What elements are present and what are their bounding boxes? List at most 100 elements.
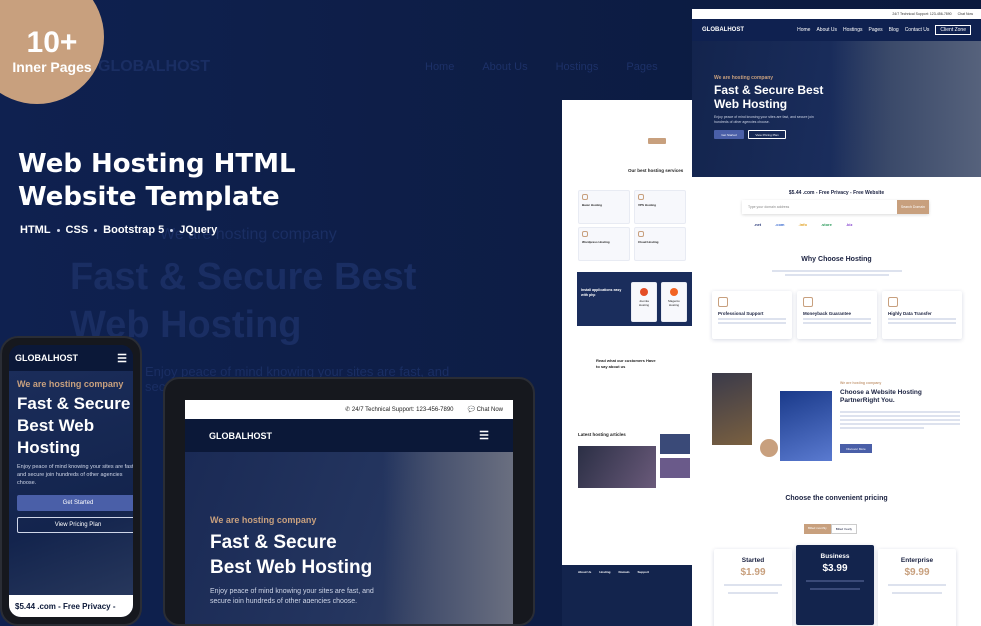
rp-nav-contact[interactable]: Contact Us: [905, 27, 930, 33]
mid-footer-col: Hosting: [599, 570, 611, 574]
mid-apps-panel: Install applications easy with php Jooml…: [577, 272, 692, 326]
rp-chat-link[interactable]: Chat Now: [958, 12, 973, 16]
mid-app-card: Magento Hosting: [661, 282, 687, 322]
rp-paragraph: Enjoy peace of mind knowing your sites a…: [714, 115, 814, 124]
tablet-support-text: 24/7 Technical Support: 123-456-7890: [351, 407, 454, 413]
rp-topbar: 24/7 Technical Support: 123-456-7890 Cha…: [692, 9, 981, 19]
rp-billed-monthly[interactable]: Billed monthly: [804, 524, 831, 534]
rp-partner-image-2: [780, 391, 832, 461]
rp-nav-about[interactable]: About Us: [816, 27, 837, 33]
magento-icon: [670, 288, 678, 296]
mid-footer: About Us Hosting Domain Support: [562, 565, 692, 626]
tag-bootstrap: Bootstrap 5: [103, 224, 165, 236]
tag-separator: [170, 228, 174, 232]
tablet-brand[interactable]: GLOBALHOST: [209, 431, 272, 441]
tag-html: HTML: [20, 224, 51, 236]
rp-domain-search-button[interactable]: Search Domain: [896, 200, 929, 214]
rp-plan-name: Business: [820, 553, 850, 560]
rp-plan-price: $3.99: [822, 563, 848, 574]
rp-partner-button[interactable]: Discover More: [840, 444, 872, 453]
rp-nav-hostings[interactable]: Hostings: [843, 27, 862, 33]
transfer-icon: [888, 297, 898, 307]
mid-services-title: Our best hosting services: [628, 168, 684, 173]
rp-plan-name: Started: [741, 557, 765, 564]
bg-nav-pages: Pages: [626, 61, 658, 73]
rp-client-zone-button[interactable]: Client Zone: [935, 25, 971, 35]
hero-title-line1: Web Hosting HTML: [18, 149, 296, 179]
rp-partner-title: Choose a Website Hosting PartnerRight Yo…: [840, 389, 922, 404]
rp-tld: .net: [754, 222, 762, 227]
tablet-chat[interactable]: 💬 Chat Now: [468, 406, 503, 413]
phone-get-started-button[interactable]: Get Started: [17, 495, 133, 511]
mid-article-image-3: [660, 458, 690, 478]
phone-kicker: We are hosting company: [17, 379, 124, 389]
rp-navbar: GLOBALHOST Home About Us Hostings Pages …: [692, 19, 981, 41]
rp-plan-card: Enterprise $9.99: [878, 549, 956, 626]
rp-nav-blog[interactable]: Blog: [889, 27, 899, 33]
bg-heading-1: Fast & Secure Best: [70, 256, 417, 298]
phone-paragraph: Enjoy peace of mind knowing your sites a…: [17, 464, 133, 486]
mid-service-label: Wordpress Hosting: [582, 240, 610, 244]
rp-heading-line1: Fast & Secure Best: [714, 83, 824, 97]
phone-brand[interactable]: GLOBALHOST: [15, 353, 78, 363]
tag-separator: [94, 228, 98, 232]
hosting-icon: [582, 194, 588, 200]
mid-top-button: [648, 138, 666, 144]
support-icon: [718, 297, 728, 307]
mid-footer-col: Domain: [618, 570, 630, 574]
rp-partner-image: [712, 373, 752, 445]
rp-heading-line2: Web Hosting: [714, 97, 788, 111]
phone-navbar: GLOBALHOST ☰: [9, 345, 133, 371]
rp-nav-pages[interactable]: Pages: [868, 27, 882, 33]
rp-pricing-toggle: Billed monthly Billed Yearly: [804, 524, 858, 534]
rp-domain-input[interactable]: Type your domain address: [742, 205, 897, 209]
badge-label: Inner Pages: [12, 59, 92, 75]
rp-why-subtitle: [772, 268, 902, 278]
rp-nav-home[interactable]: Home: [797, 27, 810, 33]
mid-article-image: [578, 446, 656, 488]
rp-brand[interactable]: GLOBALHOST: [702, 27, 744, 33]
rp-plan-card: Started $1.99: [714, 549, 792, 626]
mid-service-card: Wordpress Hosting: [578, 227, 630, 261]
mid-articles-title: Latest hosting articles: [578, 432, 626, 437]
rp-nav-links: Home About Us Hostings Pages Blog Contac…: [797, 25, 971, 35]
hamburger-menu-icon[interactable]: ☰: [479, 429, 489, 442]
bg-brand: GLOBALHOST: [98, 58, 210, 75]
phone-pricing-button[interactable]: View Pricing Plan: [17, 517, 133, 533]
tablet-hero-person-image: [383, 452, 513, 624]
right-page-preview: 24/7 Technical Support: 123-456-7890 Cha…: [692, 9, 981, 626]
mid-page-preview: Our best hosting services Basic Hosting …: [562, 100, 692, 626]
mid-app-card: Joomla Hosting: [631, 282, 657, 322]
rp-why-title: Why Choose Hosting: [801, 256, 872, 263]
chat-icon: 💬: [467, 407, 477, 413]
bg-nav-hostings: Hostings: [555, 61, 599, 73]
hero-title-line2: Website Template: [18, 182, 280, 212]
rp-tld-list: .net .com .info .store .biz: [754, 222, 853, 227]
rp-tld: .store: [820, 222, 832, 227]
rp-pricing-title: Choose the convenient pricing: [785, 495, 888, 502]
tablet-chat-text: Chat Now: [476, 407, 503, 413]
rp-get-started-button[interactable]: Get Started: [714, 130, 744, 139]
tablet-navbar: GLOBALHOST ☰: [185, 419, 513, 452]
hosting-icon: [638, 231, 644, 237]
rp-experience-badge: [758, 437, 780, 459]
rp-domain-title: $5.44 .com - Free Privacy - Free Website: [788, 190, 885, 196]
tech-tags: HTML CSS Bootstrap 5 JQuery: [20, 224, 217, 236]
rp-billed-yearly[interactable]: Billed Yearly: [830, 524, 858, 534]
rp-partner-text: [840, 409, 960, 431]
mid-service-card: VPS Hosting: [634, 190, 686, 224]
rp-partner-kicker: We are hosting company: [840, 381, 882, 385]
tablet-topbar: ✆ 24/7 Technical Support: 123-456-7890 💬…: [185, 400, 513, 419]
mid-app-label: Joomla Hosting: [638, 299, 650, 307]
mid-service-label: Basic Hosting: [582, 203, 603, 207]
mid-service-label: VPS Hosting: [638, 203, 657, 207]
rp-kicker: We are hosting company: [714, 75, 774, 81]
rp-domain-search: Type your domain address Search Domain: [742, 200, 929, 214]
phone-screen: GLOBALHOST ☰ We are hosting company Fast…: [9, 345, 133, 617]
rp-heading: Fast & Secure Best Web Hosting: [714, 83, 823, 111]
hamburger-menu-icon[interactable]: ☰: [117, 352, 127, 365]
mid-apps-title: Install applications easy with php: [581, 288, 622, 297]
rp-pricing-button[interactable]: View Pricing Plan: [748, 130, 786, 139]
mid-service-label: Cloud Hosting: [638, 240, 659, 244]
rp-plan-price: $9.99: [904, 567, 930, 578]
